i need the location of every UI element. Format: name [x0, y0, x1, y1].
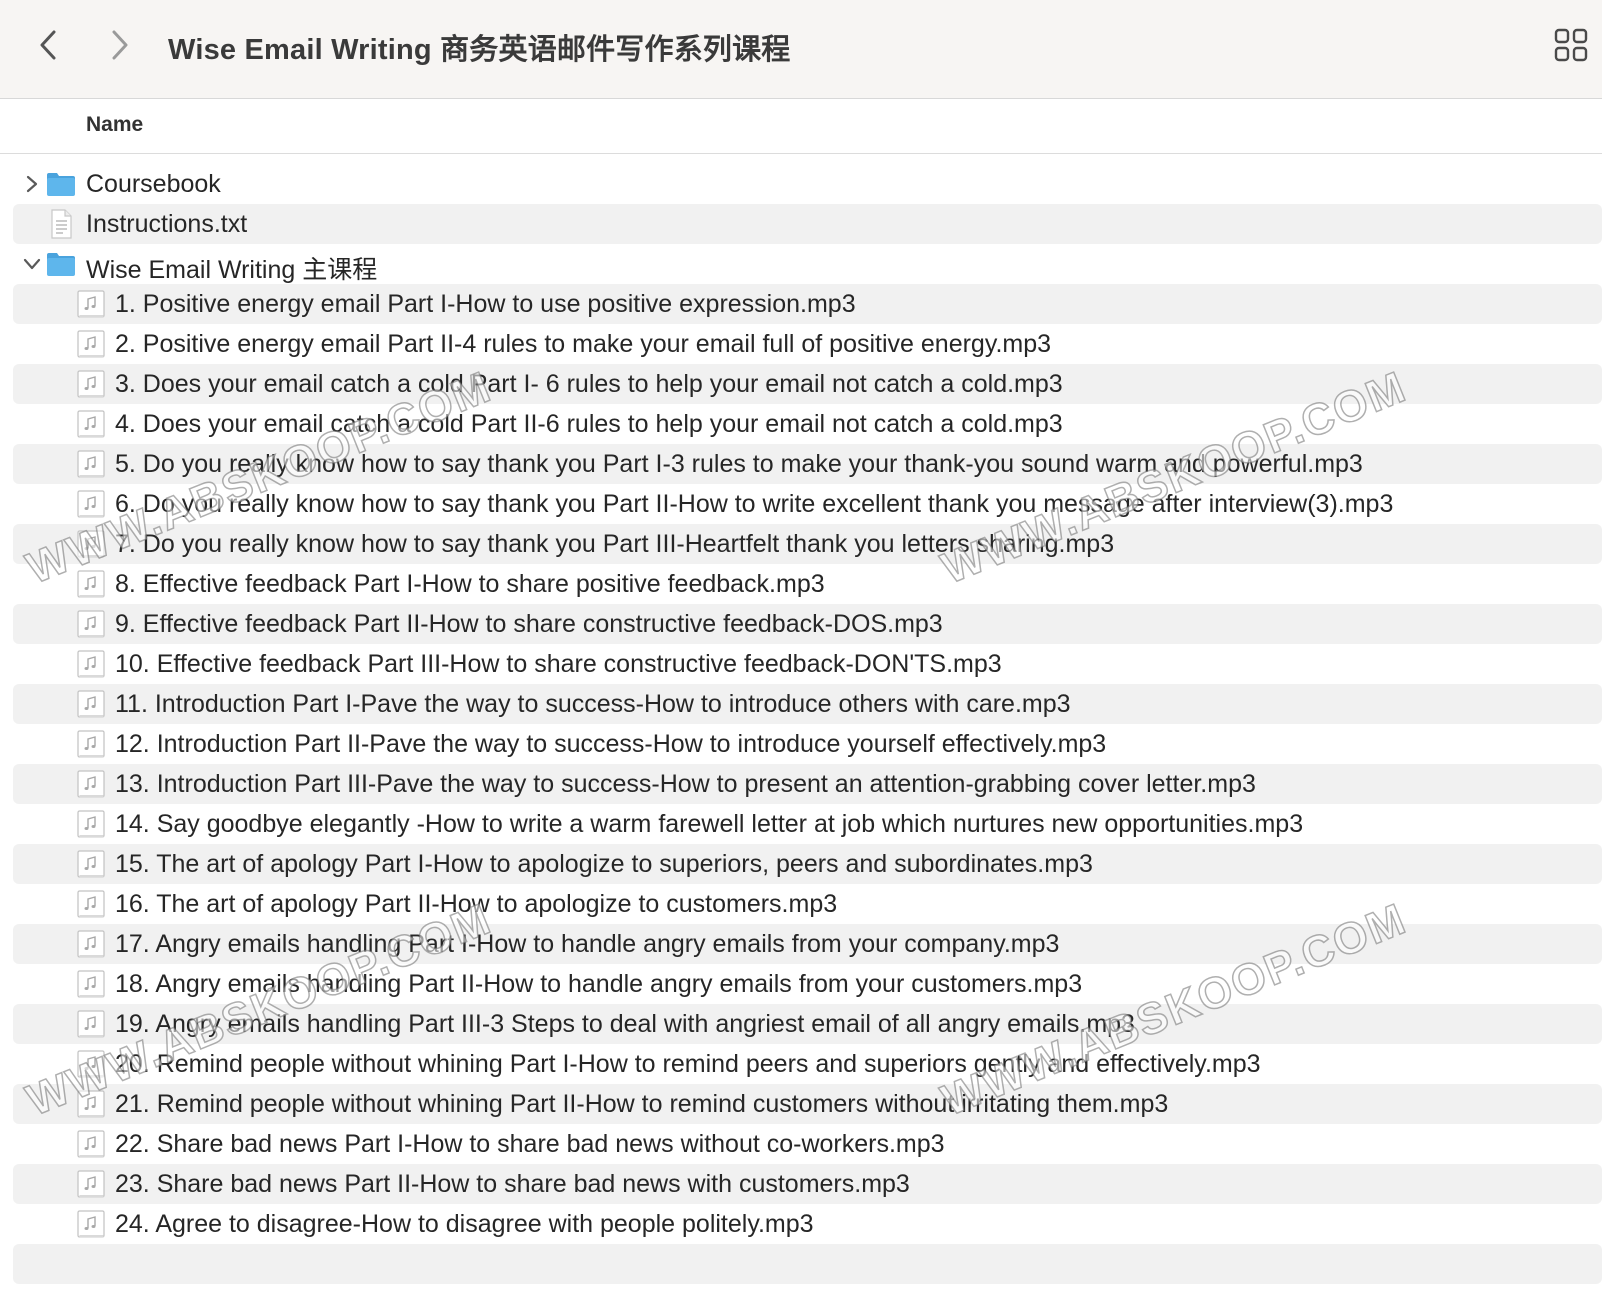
- file-row[interactable]: 8. Effective feedback Part I-How to shar…: [13, 564, 1602, 604]
- audio-file-icon: [75, 768, 107, 800]
- audio-file-icon: [75, 1008, 107, 1040]
- file-name: 18. Angry emails handling Part II-How to…: [115, 970, 1083, 998]
- empty-row: [13, 1244, 1602, 1284]
- audio-file-icon: [75, 808, 107, 840]
- file-name: 5. Do you really know how to say thank y…: [115, 450, 1363, 478]
- audio-file-icon: [75, 848, 107, 880]
- file-row[interactable]: 6. Do you really know how to say thank y…: [13, 484, 1602, 524]
- file-name: 22. Share bad news Part I-How to share b…: [115, 1130, 945, 1158]
- file-name: 17. Angry emails handling Part I-How to …: [115, 930, 1060, 958]
- file-row[interactable]: 2. Positive energy email Part II-4 rules…: [13, 324, 1602, 364]
- file-row[interactable]: 13. Introduction Part III-Pave the way t…: [13, 764, 1602, 804]
- audio-file-icon: [75, 528, 107, 560]
- file-name: Wise Email Writing 主课程: [86, 256, 378, 284]
- file-name: Instructions.txt: [86, 210, 248, 238]
- back-button[interactable]: [28, 24, 68, 66]
- file-row[interactable]: 11. Introduction Part I-Pave the way to …: [13, 684, 1602, 724]
- audio-file-icon: [75, 568, 107, 600]
- audio-file-icon: [75, 688, 107, 720]
- audio-file-icon: [75, 448, 107, 480]
- file-row[interactable]: Instructions.txt: [13, 204, 1602, 244]
- file-name: 9. Effective feedback Part II-How to sha…: [115, 610, 943, 638]
- window-title: Wise Email Writing 商务英语邮件写作系列课程: [168, 34, 791, 66]
- audio-file-icon: [75, 368, 107, 400]
- audio-file-icon: [75, 328, 107, 360]
- file-row[interactable]: 24. Agree to disagree-How to disagree wi…: [13, 1204, 1602, 1244]
- toolbar: Wise Email Writing 商务英语邮件写作系列课程: [0, 0, 1602, 99]
- file-name: 16. The art of apology Part II-How to ap…: [115, 890, 838, 918]
- folder-row[interactable]: Coursebook: [13, 164, 1602, 204]
- folder-icon: [45, 248, 77, 280]
- disclosure-collapsed-icon[interactable]: [21, 173, 43, 195]
- file-name: 10. Effective feedback Part III-How to s…: [115, 650, 1002, 678]
- audio-file-icon: [75, 968, 107, 1000]
- column-header: Name: [0, 99, 1602, 154]
- file-name: 14. Say goodbye elegantly -How to write …: [115, 810, 1304, 838]
- file-name: 6. Do you really know how to say thank y…: [115, 490, 1394, 518]
- folder-row[interactable]: Wise Email Writing 主课程: [13, 244, 1602, 284]
- file-list: Coursebook Instructions.txt Wise Email W…: [0, 164, 1602, 1284]
- file-row[interactable]: 9. Effective feedback Part II-How to sha…: [13, 604, 1602, 644]
- file-row[interactable]: 14. Say goodbye elegantly -How to write …: [13, 804, 1602, 844]
- file-name: 2. Positive energy email Part II-4 rules…: [115, 330, 1052, 358]
- file-name: 4. Does your email catch a cold Part II-…: [115, 410, 1063, 438]
- file-name: 19. Angry emails handling Part III-3 Ste…: [115, 1010, 1135, 1038]
- finder-window: Wise Email Writing 商务英语邮件写作系列课程 Name Cou…: [0, 0, 1602, 1302]
- folder-icon: [45, 168, 77, 200]
- file-name: 7. Do you really know how to say thank y…: [115, 530, 1115, 558]
- audio-file-icon: [75, 648, 107, 680]
- disclosure-expanded-icon[interactable]: [21, 253, 43, 275]
- audio-file-icon: [75, 408, 107, 440]
- audio-file-icon: [75, 288, 107, 320]
- grid-view-button[interactable]: [1554, 28, 1588, 62]
- audio-file-icon: [75, 488, 107, 520]
- audio-file-icon: [75, 928, 107, 960]
- file-row[interactable]: 5. Do you really know how to say thank y…: [13, 444, 1602, 484]
- audio-file-icon: [75, 608, 107, 640]
- file-name: 13. Introduction Part III-Pave the way t…: [115, 770, 1256, 798]
- audio-file-icon: [75, 888, 107, 920]
- audio-file-icon: [75, 1168, 107, 1200]
- file-row[interactable]: 19. Angry emails handling Part III-3 Ste…: [13, 1004, 1602, 1044]
- forward-button[interactable]: [100, 24, 140, 66]
- audio-file-icon: [75, 1128, 107, 1160]
- file-row[interactable]: 10. Effective feedback Part III-How to s…: [13, 644, 1602, 684]
- file-row[interactable]: 18. Angry emails handling Part II-How to…: [13, 964, 1602, 1004]
- file-row[interactable]: 21. Remind people without whining Part I…: [13, 1084, 1602, 1124]
- file-row[interactable]: 3. Does your email catch a cold Part I- …: [13, 364, 1602, 404]
- file-name: Coursebook: [86, 170, 221, 198]
- file-row[interactable]: 16. The art of apology Part II-How to ap…: [13, 884, 1602, 924]
- file-name: 21. Remind people without whining Part I…: [115, 1090, 1169, 1118]
- chevron-right-icon: [112, 30, 128, 60]
- file-row[interactable]: 20. Remind people without whining Part I…: [13, 1044, 1602, 1084]
- file-name: 12. Introduction Part II-Pave the way to…: [115, 730, 1107, 758]
- file-row[interactable]: 17. Angry emails handling Part I-How to …: [13, 924, 1602, 964]
- file-row[interactable]: 7. Do you really know how to say thank y…: [13, 524, 1602, 564]
- file-name: 23. Share bad news Part II-How to share …: [115, 1170, 910, 1198]
- file-name: 15. The art of apology Part I-How to apo…: [115, 850, 1093, 878]
- audio-file-icon: [75, 1088, 107, 1120]
- file-row[interactable]: 1. Positive energy email Part I-How to u…: [13, 284, 1602, 324]
- file-row[interactable]: 4. Does your email catch a cold Part II-…: [13, 404, 1602, 444]
- chevron-left-icon: [40, 30, 56, 60]
- file-row[interactable]: 15. The art of apology Part I-How to apo…: [13, 844, 1602, 884]
- name-column-header[interactable]: Name: [86, 113, 143, 137]
- file-row[interactable]: 22. Share bad news Part I-How to share b…: [13, 1124, 1602, 1164]
- file-name: 24. Agree to disagree-How to disagree wi…: [115, 1210, 814, 1238]
- file-name: 11. Introduction Part I-Pave the way to …: [115, 690, 1071, 718]
- file-name: 20. Remind people without whining Part I…: [115, 1050, 1261, 1078]
- file-row[interactable]: 23. Share bad news Part II-How to share …: [13, 1164, 1602, 1204]
- audio-file-icon: [75, 728, 107, 760]
- audio-file-icon: [75, 1048, 107, 1080]
- audio-file-icon: [75, 1208, 107, 1240]
- grid-icon: [1554, 28, 1588, 62]
- file-row[interactable]: 12. Introduction Part II-Pave the way to…: [13, 724, 1602, 764]
- file-name: 8. Effective feedback Part I-How to shar…: [115, 570, 825, 598]
- file-name: 3. Does your email catch a cold Part I- …: [115, 370, 1063, 398]
- text-file-icon: [45, 208, 77, 240]
- file-name: 1. Positive energy email Part I-How to u…: [115, 290, 856, 318]
